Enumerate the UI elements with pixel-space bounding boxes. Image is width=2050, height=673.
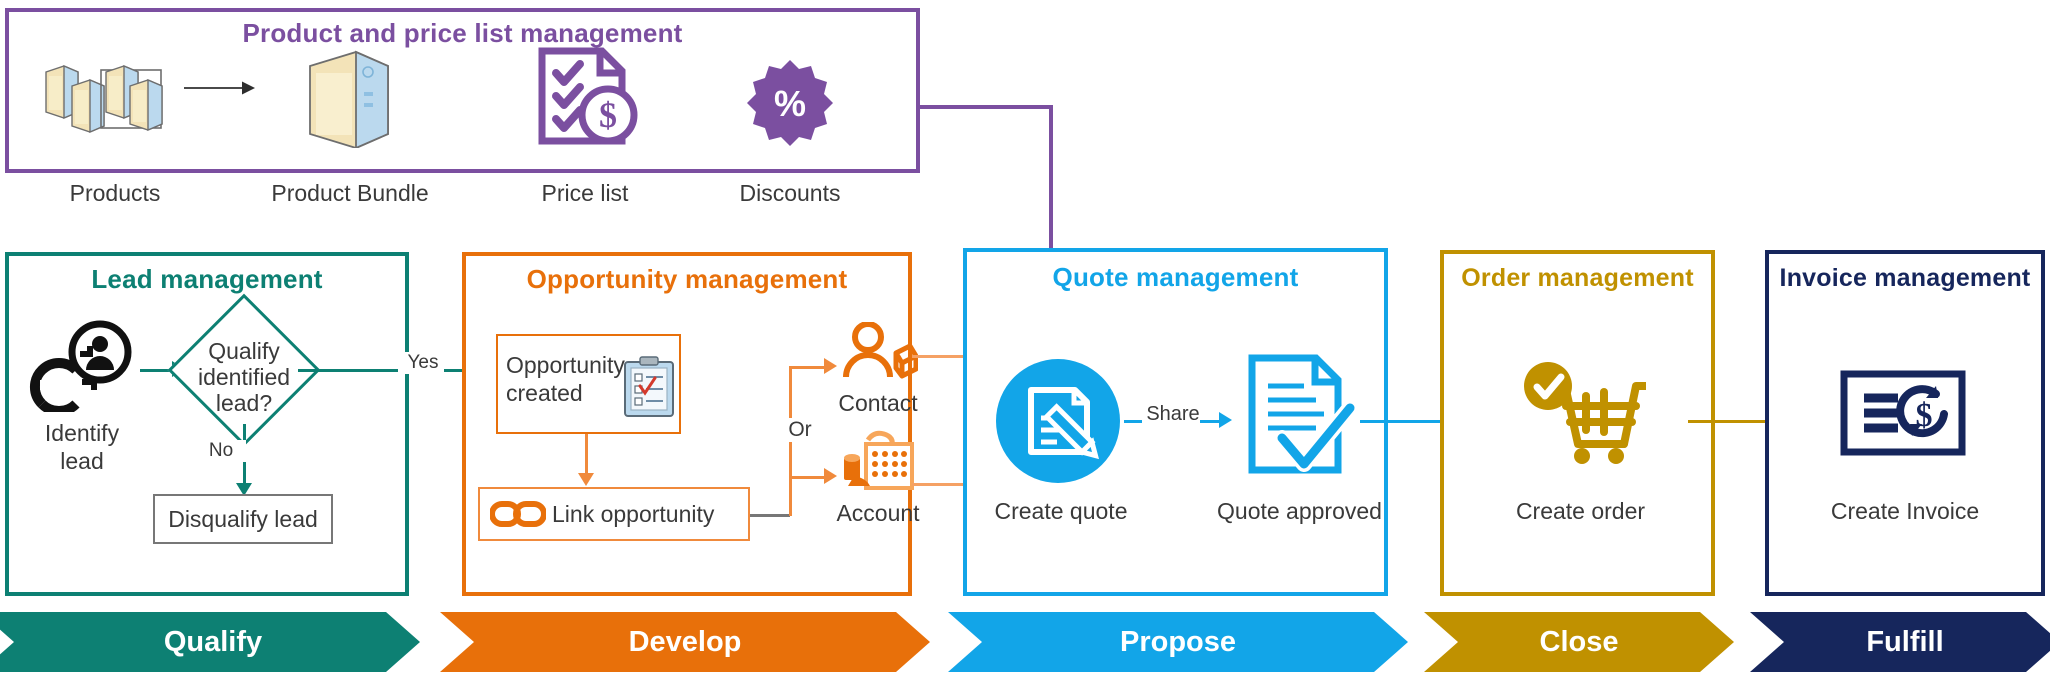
contact-icon [838, 322, 918, 384]
svg-text:$: $ [1916, 397, 1933, 434]
identify-lead-label-line2: lead [60, 448, 104, 474]
stage-label-fulfill: Fulfill [1866, 625, 1944, 658]
opportunity-section-title: Opportunity management [526, 264, 848, 294]
stage-label-qualify: Qualify [163, 625, 263, 658]
split-to-account-line [789, 476, 827, 479]
decision-text-line2: identified [197, 364, 291, 390]
order-section-title: Order management [1461, 264, 1694, 292]
stage-label-propose: Propose [1119, 625, 1237, 658]
decision-text-line3: lead? [215, 390, 273, 416]
disqualify-lead-box: Disqualify lead [153, 494, 333, 544]
create-quote-label: Create quote [994, 498, 1128, 524]
price-list-label: Price list [541, 180, 629, 206]
svg-text:%: % [774, 83, 806, 124]
stage-label-develop: Develop [628, 625, 742, 658]
created-to-link-line [585, 434, 588, 476]
share-arrowhead [1219, 412, 1232, 428]
account-arrowhead [824, 468, 837, 484]
contact-label: Contact [838, 390, 918, 416]
products-label: Products [69, 180, 161, 206]
stage-chevron-develop[interactable]: Develop [440, 612, 930, 672]
discount-percent-icon: % [745, 58, 835, 148]
no-label: No [196, 440, 246, 462]
split-to-contact-line [789, 366, 827, 369]
create-invoice-icon: $ [1840, 370, 1966, 456]
share-label: Share [1142, 403, 1204, 426]
link-opportunity-label: Link opportunity [552, 501, 715, 527]
product-bundle-label: Product Bundle [271, 180, 429, 206]
quote-approved-icon [1238, 352, 1358, 484]
create-invoice-label: Create Invoice [1830, 498, 1980, 524]
product-bundle-icon [300, 48, 400, 148]
stage-chevron-propose[interactable]: Propose [948, 612, 1408, 672]
account-label: Account [836, 500, 920, 526]
disqualify-lead-label: Disqualify lead [168, 505, 318, 532]
products-icon [38, 60, 188, 135]
yes-label: Yes [398, 352, 448, 374]
decision-text-line1: Qualify [208, 338, 280, 364]
clipboard-icon [622, 356, 676, 418]
sales-process-diagram: Product and price list management $ % Pr… [0, 0, 2050, 673]
product-to-quote-connector-horizontal [916, 105, 1051, 109]
create-order-icon [1520, 360, 1646, 466]
svg-text:$: $ [599, 95, 617, 135]
account-icon [838, 430, 920, 496]
invoice-section-title: Invoice management [1779, 264, 2031, 292]
stage-chevron-fulfill[interactable]: Fulfill [1750, 612, 2050, 672]
discounts-label: Discounts [739, 180, 841, 206]
or-label: Or [778, 418, 822, 443]
stage-chevron-qualify[interactable]: Qualify [0, 612, 420, 672]
contact-arrowhead [824, 358, 837, 374]
link-icon [490, 500, 546, 528]
link-to-split-line [750, 514, 790, 517]
products-to-bundle-arrow [184, 80, 256, 96]
identify-lead-label-line1: Identify [44, 420, 120, 446]
product-section-title: Product and price list management [242, 18, 683, 48]
create-order-label: Create order [1515, 498, 1646, 524]
stage-label-close: Close [1539, 625, 1619, 658]
stage-chevron-close[interactable]: Close [1424, 612, 1734, 672]
quote-section-title: Quote management [1052, 262, 1299, 292]
identify-lead-icon [28, 320, 136, 412]
price-list-icon: $ [530, 45, 640, 150]
created-to-link-arrowhead [578, 473, 594, 486]
quote-approved-label: Quote approved [1217, 498, 1382, 524]
create-quote-icon [995, 358, 1121, 484]
lead-section-title: Lead management [91, 264, 323, 294]
